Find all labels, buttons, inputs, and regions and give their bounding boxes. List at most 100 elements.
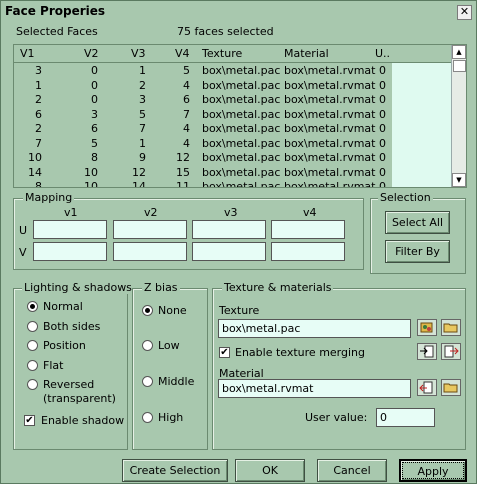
table-cell-extra bbox=[392, 63, 452, 78]
enable-texture-merging-checkbox[interactable]: ✔ bbox=[219, 347, 230, 358]
lighting-position-label[interactable]: Position bbox=[43, 339, 86, 352]
table-row[interactable]: 3 0 1 5 box\metal.pac box\metal.rvmat 0 bbox=[14, 63, 452, 78]
table-row[interactable]: 8 10 14 11 box\metal.pac box\metal.rvmat 0 bbox=[14, 179, 452, 188]
scroll-thumb[interactable] bbox=[453, 60, 466, 72]
table-cell: box\metal.rvmat bbox=[284, 165, 376, 179]
table-cell: 2 bbox=[139, 78, 146, 92]
texmat-group-label: Texture & materials bbox=[222, 281, 334, 294]
zbias-low-radio[interactable] bbox=[142, 340, 153, 351]
apply-button[interactable]: Apply bbox=[399, 459, 467, 482]
enable-texture-merging-label[interactable]: Enable texture merging bbox=[235, 346, 365, 359]
col-header-v2[interactable]: V2 bbox=[84, 47, 99, 60]
ok-button[interactable]: OK bbox=[235, 459, 305, 482]
lighting-flat-label[interactable]: Flat bbox=[43, 359, 63, 372]
lighting-normal-label[interactable]: Normal bbox=[43, 300, 83, 313]
material-open-folder-icon[interactable] bbox=[441, 379, 461, 396]
select-all-button[interactable]: Select All bbox=[385, 211, 450, 234]
material-edit-icon[interactable] bbox=[417, 379, 437, 396]
lighting-both-sides-radio[interactable] bbox=[27, 321, 38, 332]
table-cell: box\metal.pac bbox=[202, 180, 281, 188]
table-cell: 0 bbox=[379, 136, 386, 150]
table-cell: box\metal.rvmat bbox=[284, 122, 376, 135]
mapping-col-v1: v1 bbox=[64, 206, 78, 219]
mapping-u-v1-field[interactable] bbox=[33, 220, 107, 239]
col-header-v3[interactable]: V3 bbox=[131, 47, 146, 60]
mapping-v-v4-field[interactable] bbox=[271, 242, 345, 261]
grid-body: 3 0 1 5 box\metal.pac box\metal.rvmat 0 1 0 2 4 box… bbox=[14, 63, 452, 187]
faces-grid[interactable]: V1 V2 V3 V4 Texture Material U.. 3 0 1 5 box… bbox=[13, 44, 467, 188]
texture-import-icon[interactable] bbox=[417, 343, 437, 360]
zbias-low-label[interactable]: Low bbox=[158, 339, 180, 352]
table-cell: 1 bbox=[139, 136, 146, 150]
table-cell: 3 bbox=[35, 64, 42, 77]
table-cell: 8 bbox=[35, 180, 42, 188]
lighting-normal-radio[interactable] bbox=[27, 301, 38, 312]
col-header-texture[interactable]: Texture bbox=[202, 47, 242, 60]
lighting-position-radio[interactable] bbox=[27, 340, 38, 351]
mapping-v-v3-field[interactable] bbox=[192, 242, 266, 261]
cancel-button[interactable]: Cancel bbox=[317, 459, 387, 482]
lighting-reversed-label[interactable]: Reversed bbox=[43, 378, 94, 391]
table-cell: box\metal.rvmat bbox=[284, 93, 376, 106]
table-cell: box\metal.pac bbox=[202, 122, 281, 135]
mapping-u-v4-field[interactable] bbox=[271, 220, 345, 239]
table-cell: box\metal.rvmat bbox=[284, 180, 376, 188]
zbias-high-label[interactable]: High bbox=[158, 411, 183, 424]
table-cell: box\metal.pac bbox=[202, 64, 281, 77]
scroll-up-icon[interactable]: ▲ bbox=[452, 45, 466, 59]
table-cell: box\metal.pac bbox=[202, 136, 281, 150]
mapping-u-v2-field[interactable] bbox=[113, 220, 187, 239]
texture-label: Texture bbox=[219, 304, 260, 317]
zbias-high-radio[interactable] bbox=[142, 412, 153, 423]
table-cell-extra bbox=[392, 92, 452, 107]
lighting-flat-radio[interactable] bbox=[27, 360, 38, 371]
mapping-v-v1-field[interactable] bbox=[33, 242, 107, 261]
enable-shadow-checkbox[interactable]: ✔ bbox=[24, 415, 35, 426]
table-cell: box\metal.rvmat bbox=[284, 64, 376, 77]
table-cell: 12 bbox=[176, 151, 190, 164]
table-cell: 14 bbox=[28, 165, 42, 179]
table-cell: box\metal.rvmat bbox=[284, 78, 376, 92]
texture-browse-icon[interactable] bbox=[417, 319, 437, 336]
table-row[interactable]: 10 8 9 12 box\metal.pac box\metal.rvmat 0 bbox=[14, 150, 452, 165]
create-selection-button[interactable]: Create Selection bbox=[122, 459, 228, 482]
mapping-v-v2-field[interactable] bbox=[113, 242, 187, 261]
texture-open-folder-icon[interactable] bbox=[441, 319, 461, 336]
scroll-down-icon[interactable]: ▼ bbox=[452, 173, 466, 187]
table-cell-extra bbox=[392, 164, 452, 180]
enable-shadow-label[interactable]: Enable shadow bbox=[41, 414, 124, 427]
zbias-none-label[interactable]: None bbox=[158, 304, 187, 317]
table-cell: 0 bbox=[91, 93, 98, 106]
close-button[interactable]: ✕ bbox=[457, 5, 472, 20]
lighting-both-sides-label[interactable]: Both sides bbox=[43, 320, 100, 333]
table-cell: 7 bbox=[139, 122, 146, 135]
face-properties-dialog: Face Properies ✕ Selected Faces 75 faces… bbox=[0, 0, 477, 484]
lighting-reversed-radio[interactable] bbox=[27, 379, 38, 390]
lighting-group-label: Lighting & shadows bbox=[22, 281, 134, 294]
table-row[interactable]: 2 6 7 4 box\metal.pac box\metal.rvmat 0 bbox=[14, 121, 452, 136]
material-field[interactable]: box\metal.rvmat bbox=[218, 379, 411, 398]
table-row[interactable]: 1 0 2 4 box\metal.pac box\metal.rvmat 0 bbox=[14, 77, 452, 93]
table-cell: 3 bbox=[91, 107, 98, 121]
filter-by-button[interactable]: Filter By bbox=[385, 240, 450, 263]
col-header-v4[interactable]: V4 bbox=[175, 47, 190, 60]
grid-scrollbar[interactable]: ▲ ▼ bbox=[451, 45, 466, 187]
table-row[interactable]: 14 10 12 15 box\metal.pac box\metal.rvmat 0 bbox=[14, 164, 452, 180]
col-header-v1[interactable]: V1 bbox=[20, 47, 35, 60]
table-cell: 6 bbox=[91, 122, 98, 135]
user-value-field[interactable]: 0 bbox=[376, 408, 435, 427]
col-header-material[interactable]: Material bbox=[284, 47, 329, 60]
table-cell: box\metal.rvmat bbox=[284, 136, 376, 150]
title-bar[interactable]: Face Properies ✕ bbox=[1, 1, 476, 21]
zbias-middle-radio[interactable] bbox=[142, 376, 153, 387]
table-row[interactable]: 6 3 5 7 box\metal.pac box\metal.rvmat 0 bbox=[14, 106, 452, 122]
table-row[interactable]: 7 5 1 4 box\metal.pac box\metal.rvmat 0 bbox=[14, 135, 452, 151]
table-row[interactable]: 2 0 3 6 box\metal.pac box\metal.rvmat 0 bbox=[14, 92, 452, 107]
zbias-middle-label[interactable]: Middle bbox=[158, 375, 194, 388]
zbias-none-radio[interactable] bbox=[142, 305, 153, 316]
table-cell: 0 bbox=[379, 93, 386, 106]
col-header-user[interactable]: U.. bbox=[375, 47, 390, 60]
mapping-u-v3-field[interactable] bbox=[192, 220, 266, 239]
texture-field[interactable]: box\metal.pac bbox=[218, 319, 411, 338]
texture-export-icon[interactable] bbox=[441, 343, 461, 360]
